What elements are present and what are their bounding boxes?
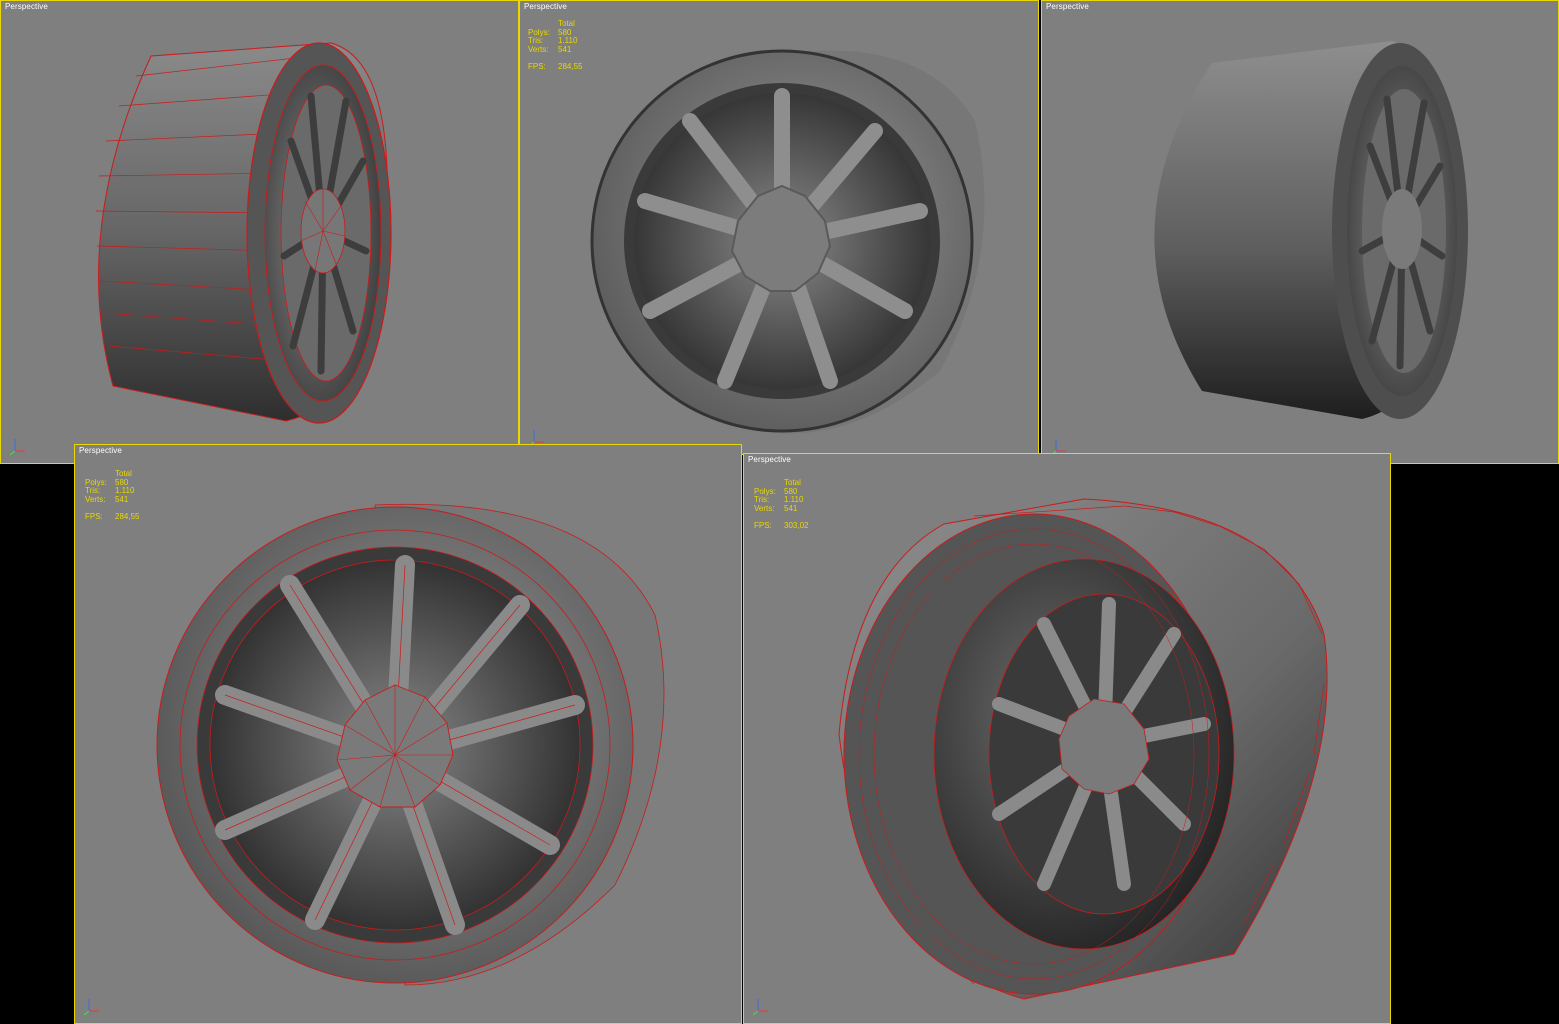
axis-tripod-icon	[9, 439, 25, 456]
wheel-model	[156, 503, 665, 986]
viewport-perspective-5[interactable]: Perspective Total Polys: 580 Tris: 1.110 V…	[743, 453, 1391, 1024]
wheel-model	[95, 42, 392, 424]
viewport-perspective-3[interactable]: Perspective	[1041, 0, 1559, 464]
axis-tripod-icon	[83, 999, 99, 1016]
wheel-model	[838, 498, 1328, 1000]
viewport-perspective-2[interactable]: Perspective Total Polys: 580 Tris: 1.110 V…	[519, 0, 1039, 455]
viewport-perspective-1[interactable]: Perspective	[0, 0, 519, 464]
wheel-model	[590, 49, 985, 434]
wheel-model	[1154, 41, 1468, 419]
viewport-perspective-4[interactable]: Perspective Total Polys: 580 Tris: 1.110 V…	[74, 444, 742, 1024]
axis-tripod-icon	[752, 999, 768, 1016]
